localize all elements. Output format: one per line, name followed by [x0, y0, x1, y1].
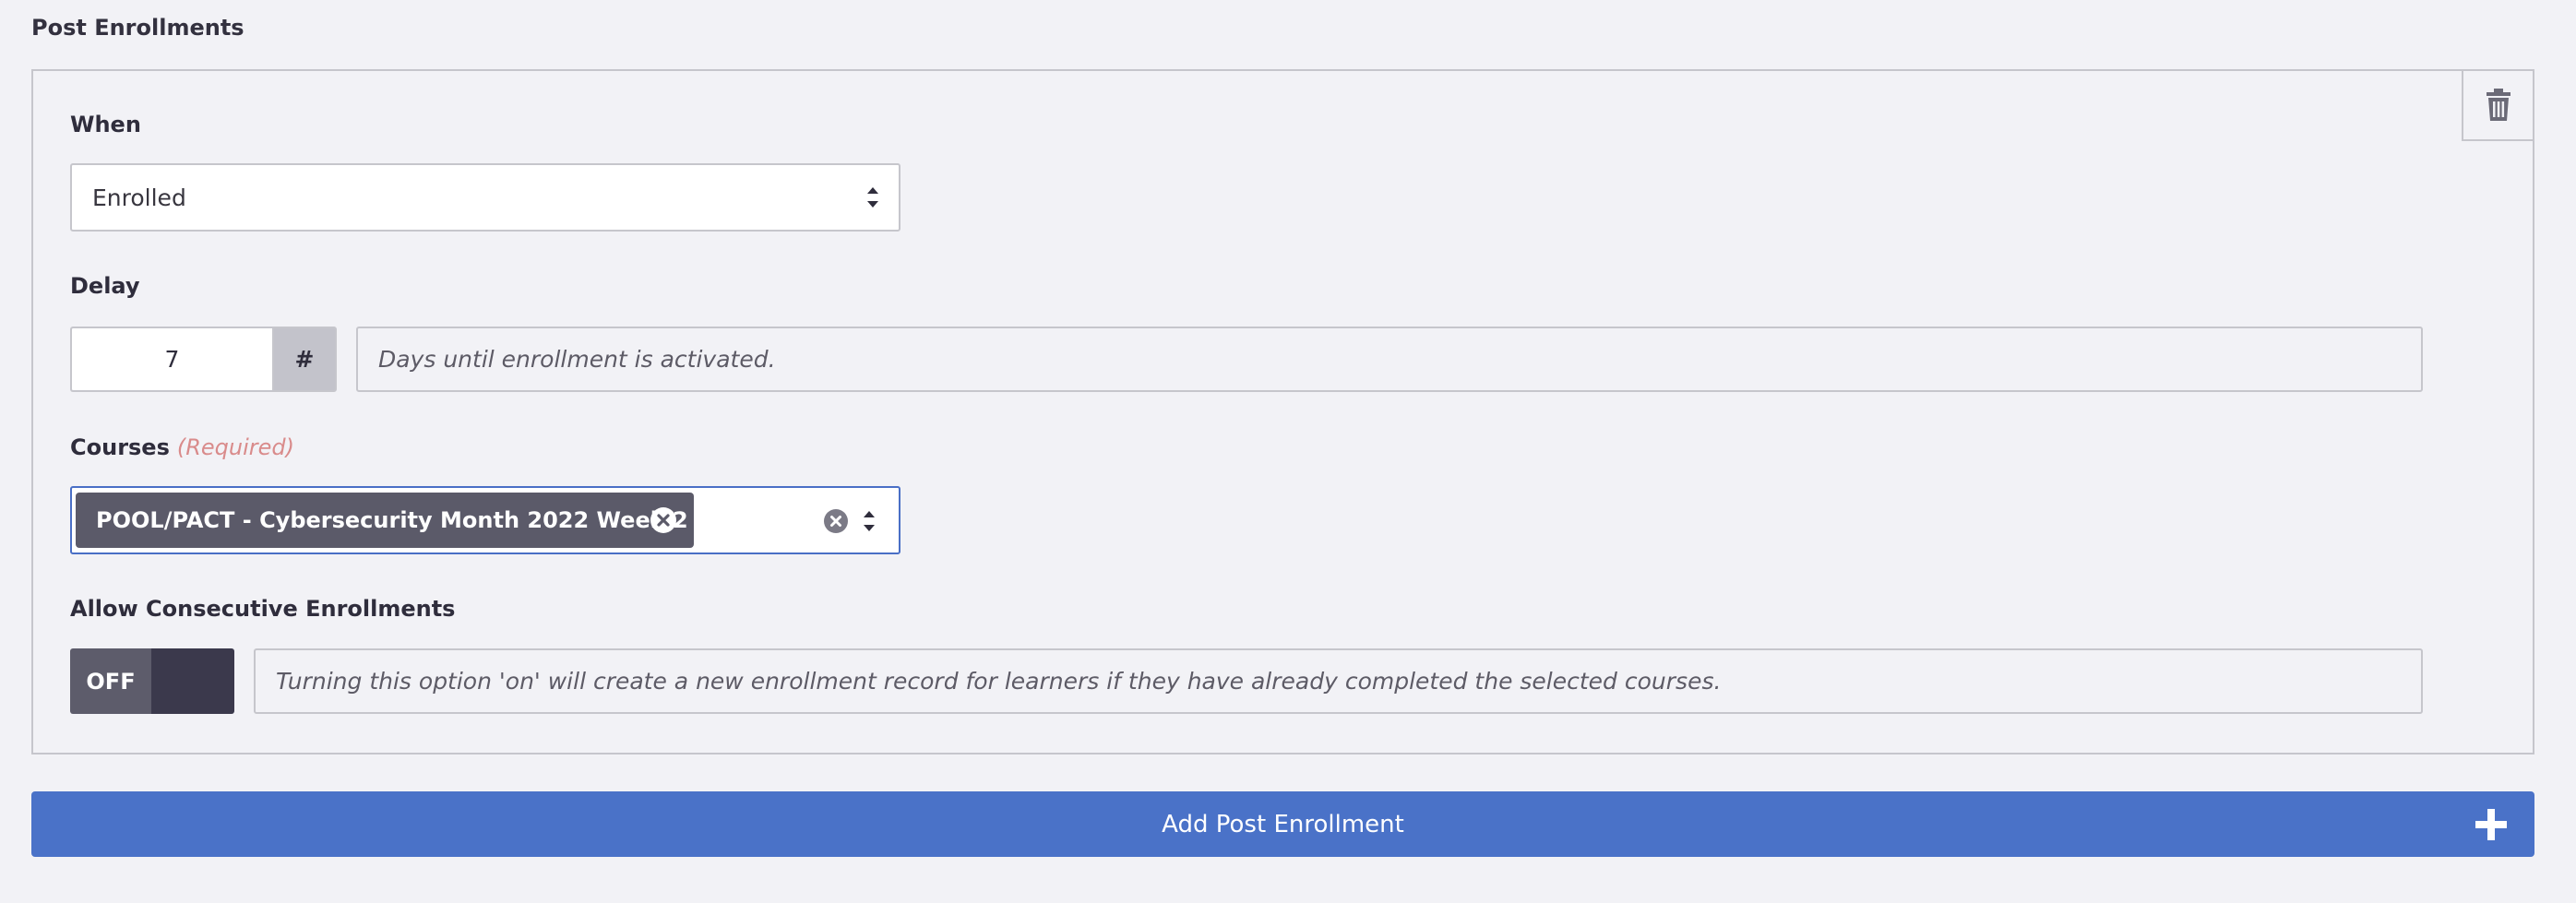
when-label: When: [70, 112, 141, 137]
post-enrollments-root: Post Enrollments When Enrolled Delay # D…: [0, 0, 2576, 903]
clear-selection-icon[interactable]: [823, 508, 849, 534]
consecutive-toggle[interactable]: OFF: [70, 648, 234, 714]
trash-icon: [2486, 89, 2510, 121]
chevron-updown-icon: [867, 187, 878, 208]
delay-input[interactable]: [70, 327, 272, 392]
remove-course-icon[interactable]: [650, 506, 677, 534]
selected-course-chip: POOL/PACT - Cybersecurity Month 2022 Wee…: [76, 493, 694, 548]
when-value: Enrolled: [92, 184, 186, 211]
required-indicator: (Required): [176, 434, 295, 460]
delay-number-addon: #: [272, 327, 337, 392]
delay-help-text: Days until enrollment is activated.: [356, 327, 2423, 392]
add-post-enrollment-button[interactable]: Add Post Enrollment: [31, 791, 2534, 857]
delay-label: Delay: [70, 273, 140, 299]
toggle-knob: [151, 648, 234, 714]
courses-label-text: Courses: [70, 434, 170, 460]
section-title: Post Enrollments: [31, 15, 244, 41]
when-select[interactable]: Enrolled: [70, 163, 900, 232]
plus-icon: [2475, 808, 2507, 840]
consecutive-label: Allow Consecutive Enrollments: [70, 596, 456, 622]
chevron-updown-icon[interactable]: [860, 505, 878, 537]
courses-label: Courses (Required): [70, 434, 294, 460]
toggle-off-label: OFF: [70, 648, 151, 714]
add-post-enrollment-label: Add Post Enrollment: [1162, 810, 1404, 838]
selected-course-label: POOL/PACT - Cybersecurity Month 2022 Wee…: [96, 507, 688, 533]
consecutive-help-text: Turning this option 'on' will create a n…: [254, 648, 2423, 714]
delete-enrollment-button[interactable]: [2462, 71, 2533, 141]
courses-multiselect[interactable]: POOL/PACT - Cybersecurity Month 2022 Wee…: [70, 486, 900, 554]
